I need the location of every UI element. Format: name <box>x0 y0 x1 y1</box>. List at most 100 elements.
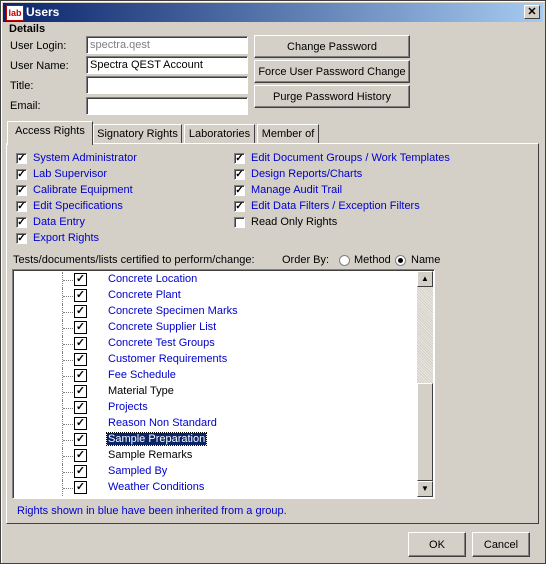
title-bar[interactable]: lab Users ✕ <box>3 3 543 22</box>
tree-branch-line <box>63 488 73 489</box>
scroll-thumb[interactable] <box>417 383 433 481</box>
tree-row[interactable]: ✓ Projects <box>13 400 417 416</box>
tree-item-checkbox[interactable]: ✓ <box>74 353 87 366</box>
tree-item-label[interactable]: Concrete Test Groups <box>107 337 216 349</box>
tree-item-checkbox[interactable]: ✓ <box>74 321 87 334</box>
tree-item-checkbox[interactable]: ✓ <box>74 289 87 302</box>
right-checkbox-export-rights[interactable]: ✓ <box>16 233 27 244</box>
user-login-field[interactable]: spectra.qest <box>86 36 248 54</box>
tree-item-label[interactable]: Reason Non Standard <box>107 417 218 429</box>
tree-item-checkbox[interactable]: ✓ <box>74 465 87 478</box>
tree-item-label[interactable]: Fee Schedule <box>107 369 177 381</box>
tree-item-checkbox[interactable]: ✓ <box>74 449 87 462</box>
tree-row[interactable]: ✓ Concrete Supplier List <box>13 320 417 336</box>
tree-row[interactable]: ✓ Sample Remarks <box>13 448 417 464</box>
ok-button[interactable]: OK <box>408 532 466 557</box>
user-login-label: User Login: <box>10 40 67 52</box>
right-checkbox-data-entry[interactable]: ✓ <box>16 217 27 228</box>
order-by-name-label: Name <box>411 254 441 266</box>
purge-password-history-button[interactable]: Purge Password History <box>254 85 410 108</box>
tree-item-label[interactable]: Concrete Location <box>107 273 198 285</box>
tree-item-label[interactable]: Material Type <box>107 385 175 397</box>
order-by-method-label: Method <box>354 254 391 266</box>
tree-item-checkbox[interactable]: ✓ <box>74 273 87 286</box>
tree-row[interactable]: ✓ Customer Requirements <box>13 352 417 368</box>
tree-item-checkbox[interactable]: ✓ <box>74 417 87 430</box>
order-by-name-radio[interactable] <box>395 255 406 266</box>
user-name-field[interactable]: Spectra QEST Account <box>86 56 248 74</box>
tree-item-checkbox[interactable]: ✓ <box>74 305 87 318</box>
tree-item-checkbox[interactable]: ✓ <box>74 385 87 398</box>
right-checkbox-read-only-rights[interactable] <box>234 217 245 228</box>
right-label-edit-data-filters-exception-filters: Edit Data Filters / Exception Filters <box>251 200 420 212</box>
tree-branch-line <box>63 312 73 313</box>
right-label-manage-audit-trail: Manage Audit Trail <box>251 184 343 196</box>
users-dialog: lab Users ✕ Details User Login: spectra.… <box>0 0 546 564</box>
tests-tree-view[interactable]: ✓ Concrete Location ✓ Concrete Plant ✓ Concre… <box>12 269 435 499</box>
right-checkbox-system-administrator[interactable]: ✓ <box>16 153 27 164</box>
tab-member-of[interactable]: Member of <box>257 124 319 144</box>
close-icon[interactable]: ✕ <box>524 5 540 19</box>
app-logo-icon: lab <box>6 5 24 21</box>
tree-item-label[interactable]: Concrete Supplier List <box>107 321 217 333</box>
tab-laboratories[interactable]: Laboratories <box>184 124 255 144</box>
tree-item-checkbox[interactable]: ✓ <box>74 337 87 350</box>
scroll-up-icon[interactable]: ▲ <box>417 271 433 287</box>
right-label-edit-specifications: Edit Specifications <box>33 200 123 212</box>
tree-item-label[interactable]: Customer Requirements <box>107 353 228 365</box>
order-by-method-radio[interactable] <box>339 255 350 266</box>
tree-item-checkbox[interactable]: ✓ <box>74 369 87 382</box>
tree-item-label[interactable]: Projects <box>107 401 149 413</box>
right-checkbox-edit-document-groups-work-templates[interactable]: ✓ <box>234 153 245 164</box>
tree-item-label[interactable]: Weather Conditions <box>107 481 205 493</box>
tree-row[interactable]: ✓ Concrete Plant <box>13 288 417 304</box>
title-label: Title: <box>10 80 34 92</box>
right-checkbox-edit-data-filters-exception-filters[interactable]: ✓ <box>234 201 245 212</box>
right-checkbox-calibrate-equipment[interactable]: ✓ <box>16 185 27 196</box>
tab-signatory-rights[interactable]: Signatory Rights <box>93 124 182 144</box>
title-field[interactable] <box>86 76 248 94</box>
user-name-label: User Name: <box>10 60 69 72</box>
tree-row[interactable]: ✓ Material Type <box>13 384 417 400</box>
tree-branch-line <box>63 344 73 345</box>
tree-row[interactable]: ✓ Sample Preparation <box>13 432 417 448</box>
window-title: Users <box>26 5 60 19</box>
tree-branch-line <box>63 440 73 441</box>
tree-item-label[interactable]: Sample Preparation <box>105 432 208 446</box>
tree-row[interactable]: ✓ Reason Non Standard <box>13 416 417 432</box>
tree-row[interactable]: ✓ Concrete Specimen Marks <box>13 304 417 320</box>
tree-branch-line <box>63 280 73 281</box>
email-label: Email: <box>10 100 41 112</box>
tree-branch-line <box>63 472 73 473</box>
tree-item-label[interactable]: Concrete Specimen Marks <box>107 305 239 317</box>
tree-item-label[interactable]: Sampled By <box>107 465 168 477</box>
tree-item-label[interactable]: Sample Remarks <box>107 449 193 461</box>
email-field[interactable] <box>86 97 248 115</box>
right-checkbox-lab-supervisor[interactable]: ✓ <box>16 169 27 180</box>
tree-row[interactable]: ✓ Sampled By <box>13 464 417 480</box>
tree-item-checkbox[interactable]: ✓ <box>74 433 87 446</box>
tree-scrollbar[interactable]: ▲ ▼ <box>417 271 433 497</box>
tree-item-checkbox[interactable]: ✓ <box>74 481 87 494</box>
tree-item-checkbox[interactable]: ✓ <box>74 401 87 414</box>
inherited-rights-note: Rights shown in blue have been inherited… <box>17 505 287 517</box>
tree-branch-line <box>63 392 73 393</box>
right-checkbox-design-reports-charts[interactable]: ✓ <box>234 169 245 180</box>
tree-row[interactable]: ✓ Concrete Test Groups <box>13 336 417 352</box>
right-checkbox-edit-specifications[interactable]: ✓ <box>16 201 27 212</box>
tree-row[interactable]: ✓ Fee Schedule <box>13 368 417 384</box>
tree-item-label[interactable]: Concrete Plant <box>107 289 182 301</box>
radio-dot <box>398 258 403 263</box>
scroll-down-icon[interactable]: ▼ <box>417 481 433 497</box>
tree-branch-line <box>63 328 73 329</box>
change-password-button[interactable]: Change Password <box>254 35 410 58</box>
right-label-design-reports-charts: Design Reports/Charts <box>251 168 363 180</box>
right-label-read-only-rights: Read Only Rights <box>251 216 338 228</box>
tab-access-rights[interactable]: Access Rights <box>7 121 93 145</box>
tree-row[interactable]: ✓ Concrete Location <box>13 272 417 288</box>
force-password-change-button[interactable]: Force User Password Change <box>254 60 410 83</box>
tree-branch-line <box>63 376 73 377</box>
tree-row[interactable]: ✓ Weather Conditions <box>13 480 417 496</box>
cancel-button[interactable]: Cancel <box>472 532 530 557</box>
right-checkbox-manage-audit-trail[interactable]: ✓ <box>234 185 245 196</box>
